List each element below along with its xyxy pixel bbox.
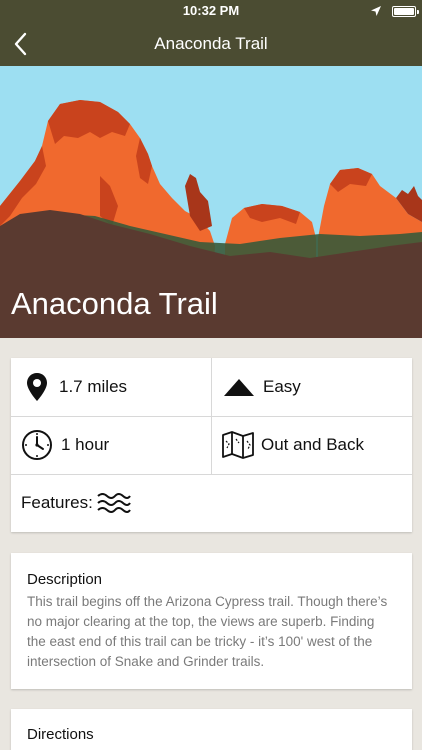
trail-stats-card: 1.7 miles Easy 1 hour Out and Back Featu… <box>11 358 412 532</box>
nav-bar: Anaconda Trail <box>0 22 422 66</box>
location-arrow-icon <box>371 6 381 16</box>
description-text: This trail begins off the Arizona Cypres… <box>27 594 388 669</box>
route-type-value: Out and Back <box>261 435 365 454</box>
mountain-triangle-icon <box>224 379 254 396</box>
features-cell: Features: <box>21 474 411 532</box>
description-card: Description This trail begins off the Ar… <box>11 553 412 689</box>
duration-cell: 1 hour <box>21 416 211 474</box>
distance-cell: 1.7 miles <box>25 358 211 416</box>
difficulty-cell: Easy <box>223 358 409 416</box>
hero-title: Anaconda Trail <box>11 286 218 321</box>
difficulty-value: Easy <box>263 377 301 396</box>
hero-banner: Anaconda Trail <box>0 66 422 338</box>
folded-map-icon <box>222 431 254 459</box>
duration-value: 1 hour <box>61 435 110 454</box>
status-bar: 10:32 PM <box>0 0 422 22</box>
battery-icon <box>392 6 419 17</box>
directions-card[interactable]: Directions <box>11 709 412 750</box>
nav-title: Anaconda Trail <box>154 34 268 53</box>
distance-value: 1.7 miles <box>59 377 128 396</box>
directions-label: Directions <box>27 726 94 743</box>
water-waves-icon[interactable] <box>97 491 131 515</box>
status-time: 10:32 PM <box>182 3 240 18</box>
description-label: Description <box>27 571 103 588</box>
features-label: Features: <box>21 493 93 512</box>
clock-icon <box>22 430 52 460</box>
route-type-cell: Out and Back <box>221 416 409 474</box>
map-pin-icon <box>27 373 47 401</box>
